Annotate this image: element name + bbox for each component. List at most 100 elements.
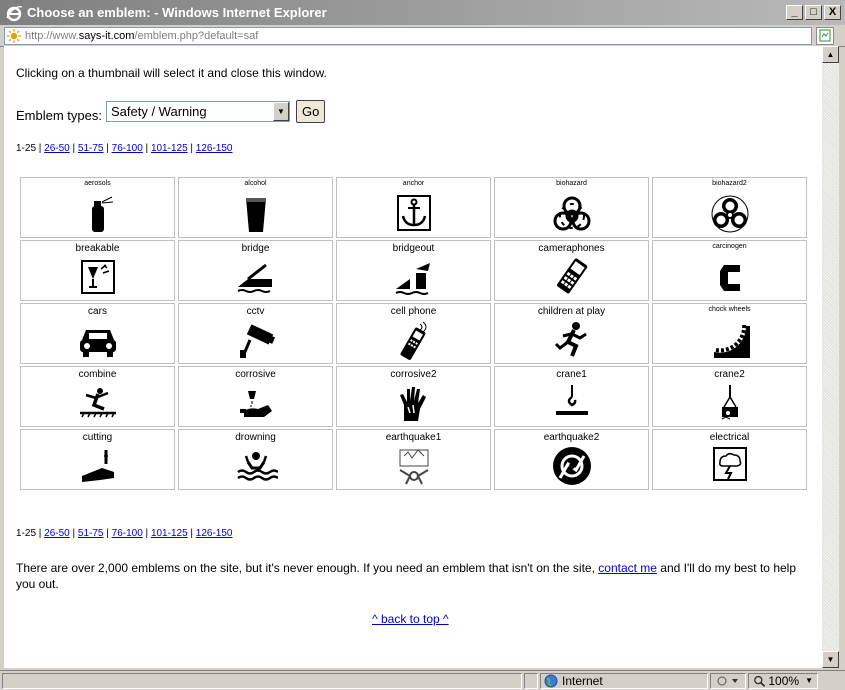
- pager-link-26-50[interactable]: 26-50: [44, 528, 70, 539]
- emblem-name: carcinogen: [712, 243, 747, 250]
- emblem-thumbnail-corrosive[interactable]: corrosive: [178, 366, 333, 427]
- page-status-icon[interactable]: [816, 26, 834, 45]
- pager-link-26-50[interactable]: 26-50: [44, 143, 70, 154]
- emblem-row: breakable bridge bridgeout cameraphones carc…: [20, 240, 807, 301]
- emblem-thumbnail-crane2[interactable]: crane2: [652, 366, 807, 427]
- emblem-thumbnail-breakable[interactable]: breakable: [20, 240, 175, 301]
- pager-sep: |: [142, 528, 151, 539]
- pager-link-51-75[interactable]: 51-75: [78, 143, 104, 154]
- address-field[interactable]: http://www. says-it.com/emblem.php?defaul…: [4, 26, 812, 45]
- emblem-thumbnail-cutting[interactable]: cutting: [20, 429, 175, 490]
- corrosive-icon: [239, 391, 272, 417]
- biohazard-icon: [553, 196, 590, 231]
- protected-mode-icon[interactable]: [710, 672, 746, 689]
- emblem-thumbnail-earthquake1[interactable]: earthquake1: [336, 429, 491, 490]
- back-to-top-link[interactable]: ^ back to top ^: [372, 612, 449, 626]
- pager-current: 1-25: [16, 528, 37, 539]
- car-icon: [79, 330, 116, 357]
- emblem-thumbnail-anchor[interactable]: anchor: [336, 177, 491, 238]
- emblem-name: cutting: [82, 432, 113, 443]
- emblem-types-label: Emblem types:: [16, 108, 102, 123]
- pager-link-101-125[interactable]: 101-125: [151, 143, 188, 154]
- emblem-thumbnail-electrical[interactable]: electrical: [652, 429, 807, 490]
- zoom-level: 100%: [768, 673, 800, 688]
- status-text-segment: [2, 672, 522, 689]
- maximize-button[interactable]: □: [805, 5, 822, 20]
- emblem-thumbnail-cctv[interactable]: cctv: [178, 303, 333, 364]
- aerosol-icon: [91, 196, 113, 232]
- zoom-control[interactable]: 100% ▼: [748, 672, 818, 689]
- zone-label: Internet: [562, 673, 603, 688]
- emblem-type-select[interactable]: Safety / Warning ▼: [105, 101, 290, 122]
- pager-sep: |: [36, 528, 45, 539]
- emblem-name: drowning: [235, 432, 276, 443]
- emblem-thumbnail-cell-phone[interactable]: cell phone: [336, 303, 491, 364]
- scroll-up-icon[interactable]: ▲: [822, 46, 839, 63]
- pager-sep: |: [142, 143, 151, 154]
- contact-me-link[interactable]: contact me: [598, 561, 657, 575]
- emblem-name: bridge: [241, 243, 270, 254]
- security-options-icon: [717, 676, 738, 685]
- emblem-thumbnail-bridgeout[interactable]: bridgeout: [336, 240, 491, 301]
- pager-link-126-150[interactable]: 126-150: [196, 143, 233, 154]
- biohazard-circle-icon: [711, 195, 748, 233]
- status-bar: Internet 100% ▼: [0, 670, 845, 690]
- glass-icon: [245, 198, 266, 232]
- vertical-scrollbar[interactable]: ▲ ▼: [822, 46, 839, 668]
- emblem-name: cell phone: [390, 306, 437, 317]
- emblem-row: cutting drowning earthquake1 earthquake2 ele…: [20, 429, 807, 490]
- ie-logo-icon: [6, 5, 23, 21]
- emblem-row: cars cctv cell phone children at play chock …: [20, 303, 807, 364]
- emblem-thumbnail-carcinogen[interactable]: carcinogen: [652, 240, 807, 301]
- broken-glass-icon: [80, 260, 115, 294]
- scroll-down-icon[interactable]: ▼: [822, 651, 839, 668]
- zoom-dropdown-icon[interactable]: ▼: [805, 676, 813, 685]
- emblem-name: anchor: [402, 180, 425, 187]
- emblem-thumbnail-cameraphones[interactable]: cameraphones: [494, 240, 649, 301]
- emblem-thumbnail-drowning[interactable]: drowning: [178, 429, 333, 490]
- emblem-thumbnail-bridge[interactable]: bridge: [178, 240, 333, 301]
- emblem-name: children at play: [537, 306, 606, 317]
- emblem-thumbnail-children-at-play[interactable]: children at play: [494, 303, 649, 364]
- emblem-name: earthquake1: [385, 432, 442, 443]
- pager-bottom: 1-25 | 26-50 | 51-75 | 76-100 | 101-125 …: [16, 528, 233, 539]
- go-button[interactable]: Go: [295, 100, 326, 123]
- emblem-thumbnail-alcohol[interactable]: alcohol: [178, 177, 333, 238]
- pager-link-76-100[interactable]: 76-100: [112, 143, 143, 154]
- emblem-thumbnail-crane1[interactable]: crane1: [494, 366, 649, 427]
- lightning-cloud-icon: [712, 447, 747, 481]
- cameraphone-icon: [556, 258, 587, 294]
- wheel-chock-icon: [713, 323, 750, 358]
- title-bar: Choose an emblem: - Windows Internet Exp…: [0, 0, 845, 25]
- pager-link-101-125[interactable]: 101-125: [151, 528, 188, 539]
- pager-link-126-150[interactable]: 126-150: [196, 528, 233, 539]
- emblem-grid: aerosols alcohol anchor biohazard biohazard2…: [17, 175, 810, 492]
- pager-sep: |: [103, 528, 112, 539]
- footer-text: There are over 2,000 emblems on the site…: [16, 560, 806, 592]
- emblem-thumbnail-combine[interactable]: combine: [20, 366, 175, 427]
- intro-text: Clicking on a thumbnail will select it a…: [16, 66, 327, 80]
- emblem-thumbnail-corrosive2[interactable]: corrosive2: [336, 366, 491, 427]
- pager-sep: |: [36, 143, 45, 154]
- pager-sep: |: [103, 143, 112, 154]
- emblem-type-row: Emblem types: Safety / Warning ▼ Go: [16, 100, 326, 123]
- emblem-name: biohazard2: [712, 180, 747, 187]
- close-button[interactable]: X: [824, 5, 841, 20]
- security-zone[interactable]: Internet: [540, 672, 708, 689]
- document-icon: [819, 29, 831, 42]
- emblem-thumbnail-biohazard[interactable]: biohazard: [494, 177, 649, 238]
- emblem-thumbnail-earthquake2[interactable]: earthquake2: [494, 429, 649, 490]
- emblem-thumbnail-chock-wheels[interactable]: chock wheels: [652, 303, 807, 364]
- emblem-name: electrical: [709, 432, 750, 443]
- emblem-thumbnail-cars[interactable]: cars: [20, 303, 175, 364]
- globe-icon: [544, 674, 558, 687]
- dropdown-arrow-icon[interactable]: ▼: [272, 102, 289, 121]
- cctv-icon: [239, 324, 275, 358]
- minimize-button[interactable]: _: [786, 5, 803, 20]
- address-host: says-it.com: [78, 29, 135, 42]
- emblem-thumbnail-aerosols[interactable]: aerosols: [20, 177, 175, 238]
- pager-link-51-75[interactable]: 51-75: [78, 528, 104, 539]
- emblem-thumbnail-biohazard2[interactable]: biohazard2: [652, 177, 807, 238]
- pager-link-76-100[interactable]: 76-100: [112, 528, 143, 539]
- site-favicon-icon: [7, 28, 21, 43]
